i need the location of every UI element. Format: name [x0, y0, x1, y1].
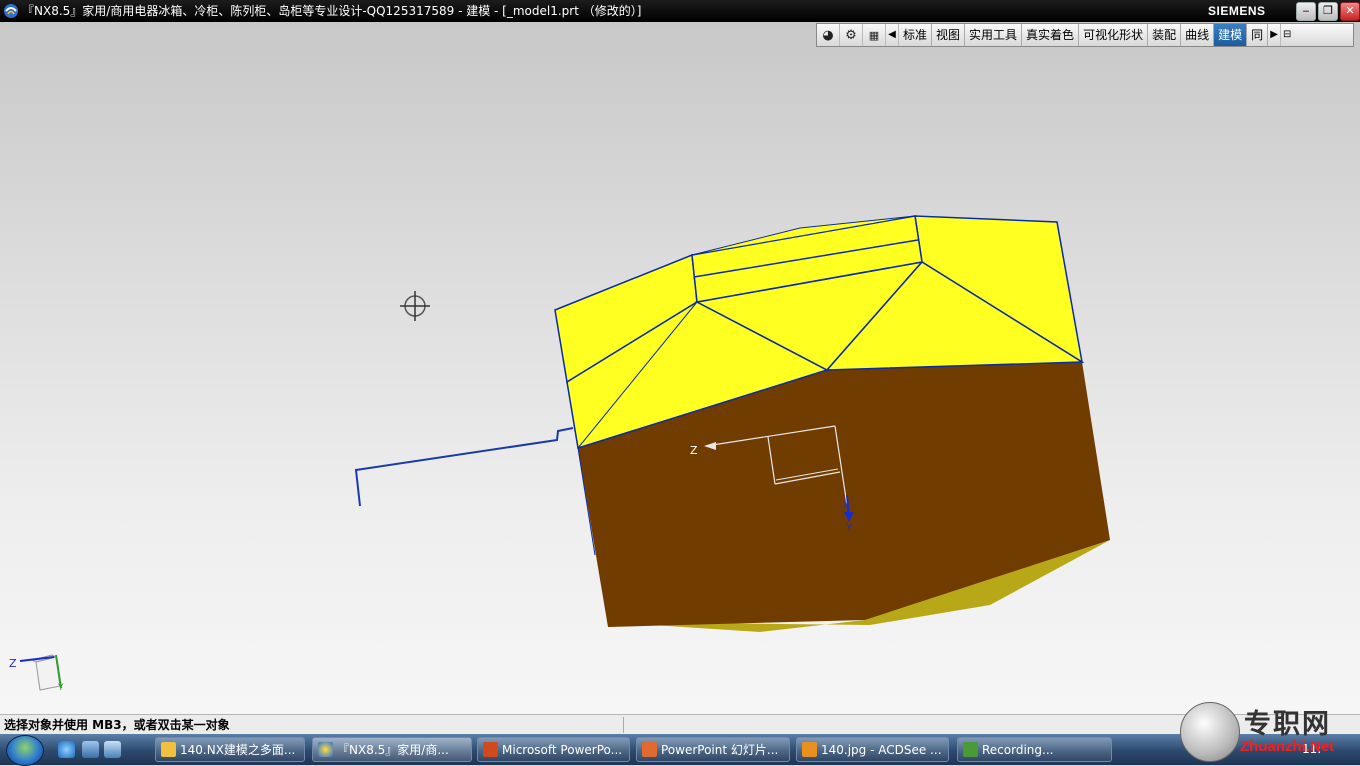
- window-title: 『NX8.5』家用/商用电器冰箱、冷柜、陈列柜、岛柜等专业设计-QQ125317…: [22, 4, 642, 18]
- status-bar: 选择对象并使用 MB3，或者双击某一对象: [0, 714, 1360, 735]
- tab-utilities[interactable]: 实用工具: [965, 24, 1023, 46]
- taskbar-item-label: Microsoft PowerPo...: [502, 743, 623, 757]
- view-triad-icon: [19, 654, 62, 691]
- taskbar-item[interactable]: Recording...: [957, 737, 1112, 762]
- taskbar-item-label: 140.NX建模之多面...: [180, 743, 296, 757]
- taskbar-item-label: Recording...: [982, 743, 1054, 757]
- watermark: 专职网 Zhuanzhi.Net: [1180, 702, 1360, 765]
- recording-icon: [963, 742, 978, 757]
- status-divider: [623, 717, 624, 733]
- taskbar-item[interactable]: PowerPoint 幻灯片...: [636, 737, 790, 762]
- corner-y-label: Y: [57, 683, 64, 693]
- restore-button[interactable]: ❐: [1318, 2, 1338, 21]
- triad-y-label: Y: [845, 521, 853, 534]
- tab-standard[interactable]: 标准: [899, 24, 933, 46]
- triad-z-label: Z: [690, 444, 698, 457]
- triad-x-label: X: [843, 501, 849, 511]
- crosshair-cursor-icon: [400, 291, 430, 321]
- computer-icon[interactable]: [104, 741, 121, 758]
- sketch-curve: [354, 427, 574, 507]
- siemens-logo: SIEMENS: [1208, 4, 1266, 18]
- tab-sync[interactable]: 同: [1247, 24, 1269, 46]
- model-canvas[interactable]: Z X Y Z Y: [0, 22, 1360, 714]
- taskbar-item[interactable]: Microsoft PowerPo...: [477, 737, 630, 762]
- watermark-chinese: 专职网: [1244, 709, 1331, 740]
- slideshow-icon: [642, 742, 657, 757]
- scroll-right-icon[interactable]: ▶: [1268, 24, 1282, 46]
- start-button[interactable]: [6, 735, 44, 766]
- nx-icon: [318, 742, 333, 757]
- gear-icon[interactable]: ⚙: [840, 24, 863, 46]
- show-desktop-icon[interactable]: [82, 741, 99, 758]
- nx-app-icon[interactable]: [3, 3, 19, 19]
- tab-true-shading[interactable]: 真实着色: [1022, 24, 1080, 46]
- sphere-logo-icon[interactable]: ◕: [817, 24, 840, 46]
- toolbar-options-icon[interactable]: ⊟: [1281, 24, 1293, 46]
- powerpoint-icon: [483, 742, 498, 757]
- folder-icon: [161, 742, 176, 757]
- acdsee-icon: [802, 742, 817, 757]
- close-button[interactable]: ✕: [1340, 2, 1360, 21]
- taskbar-item[interactable]: 『NX8.5』家用/商...: [312, 737, 472, 762]
- corner-z-label: Z: [9, 657, 17, 670]
- ribbon-toolbar: ◕ ⚙ ▦ ◀ 标准 视图 实用工具 真实着色 可视化形状 装配 曲线 建模 同…: [816, 23, 1354, 47]
- minimize-button[interactable]: ‒: [1296, 2, 1316, 21]
- taskbar-item-label: 140.jpg - ACDSee ...: [821, 743, 942, 757]
- windows-taskbar: 140.NX建模之多面... 『NX8.5』家用/商... Microsoft …: [0, 734, 1360, 766]
- scroll-left-icon[interactable]: ◀: [886, 24, 899, 46]
- watermark-url: Zhuanzhi.Net: [1240, 738, 1335, 755]
- soccer-ball-logo-icon: [1180, 702, 1240, 762]
- taskbar-item-label: 『NX8.5』家用/商...: [337, 743, 449, 757]
- tab-visual-shape[interactable]: 可视化形状: [1079, 24, 1149, 46]
- tab-view[interactable]: 视图: [932, 24, 966, 46]
- tab-assembly[interactable]: 装配: [1148, 24, 1182, 46]
- taskbar-item-label: PowerPoint 幻灯片...: [661, 743, 779, 757]
- tab-curve[interactable]: 曲线: [1181, 24, 1215, 46]
- ie-icon[interactable]: [58, 741, 75, 758]
- graphics-viewport[interactable]: Z X Y Z Y: [0, 22, 1360, 714]
- title-bar: 『NX8.5』家用/商用电器冰箱、冷柜、陈列柜、岛柜等专业设计-QQ125317…: [0, 0, 1360, 22]
- status-message: 选择对象并使用 MB3，或者双击某一对象: [4, 718, 230, 732]
- taskbar-item[interactable]: 140.NX建模之多面...: [155, 737, 305, 762]
- grid-icon[interactable]: ▦: [863, 24, 886, 46]
- tab-modeling[interactable]: 建模: [1214, 24, 1248, 46]
- taskbar-item[interactable]: 140.jpg - ACDSee ...: [796, 737, 949, 762]
